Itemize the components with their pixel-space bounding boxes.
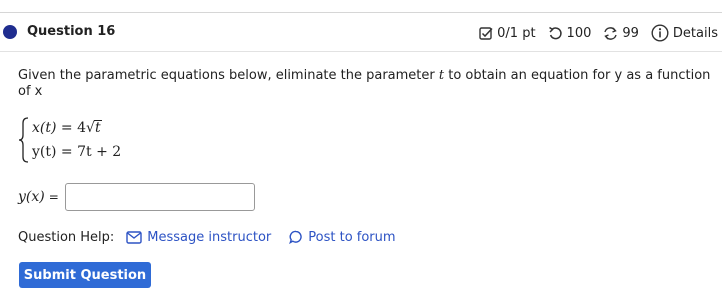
post-to-forum-link[interactable]: Post to forum — [289, 229, 396, 245]
equation-x-equals: = — [60, 120, 78, 136]
message-instructor-link[interactable]: Message instructor — [126, 230, 271, 245]
left-brace — [18, 117, 29, 163]
question-meta: 0/1 pt 100 99 Details — [467, 22, 718, 44]
question-help: Question Help: Message instructor Post t… — [18, 228, 414, 246]
details-label: Details — [672, 25, 718, 41]
attempts-group: 100 — [548, 25, 592, 41]
score-group: 0/1 pt — [479, 25, 536, 41]
header-divider — [0, 51, 722, 52]
question-help-label: Question Help: — [18, 229, 115, 245]
tries-text: 99 — [622, 25, 639, 41]
info-icon — [651, 24, 669, 42]
score-text: 0/1 pt — [497, 25, 536, 41]
question-status-dot — [3, 25, 17, 39]
details-button[interactable]: Details — [651, 24, 718, 42]
refresh-arrows-icon — [604, 26, 618, 40]
retry-icon — [548, 26, 562, 39]
equation-y: y(t) = 7t + 2 — [32, 144, 122, 160]
chat-bubble-icon — [289, 230, 302, 244]
prompt-text-start: Given the parametric equations below, el… — [18, 68, 439, 83]
equation-x-coefficient: 4 — [77, 120, 87, 136]
equation-x-radicand: t — [93, 120, 102, 136]
equation-x-lhs: x(t) — [32, 120, 57, 136]
mail-icon — [126, 230, 142, 244]
message-instructor-label: Message instructor — [147, 229, 272, 245]
answer-label: y(x) — [18, 189, 45, 205]
equation-x: x(t) = 4√t — [32, 120, 102, 136]
attempts-text: 100 — [566, 25, 592, 41]
tries-group: 99 — [603, 26, 639, 41]
question-prompt: Given the parametric equations below, el… — [18, 68, 718, 100]
answer-equals: = — [48, 190, 59, 204]
question-header: Question 16 0/1 pt 100 99 Details — [0, 13, 722, 51]
question-title: Question 16 — [27, 24, 116, 39]
submit-question-button[interactable]: Submit Question — [19, 262, 151, 288]
answer-input[interactable] — [64, 183, 255, 211]
post-to-forum-label: Post to forum — [308, 229, 396, 245]
checkbox-icon — [479, 27, 493, 40]
answer-row: y(x) = — [18, 181, 255, 213]
